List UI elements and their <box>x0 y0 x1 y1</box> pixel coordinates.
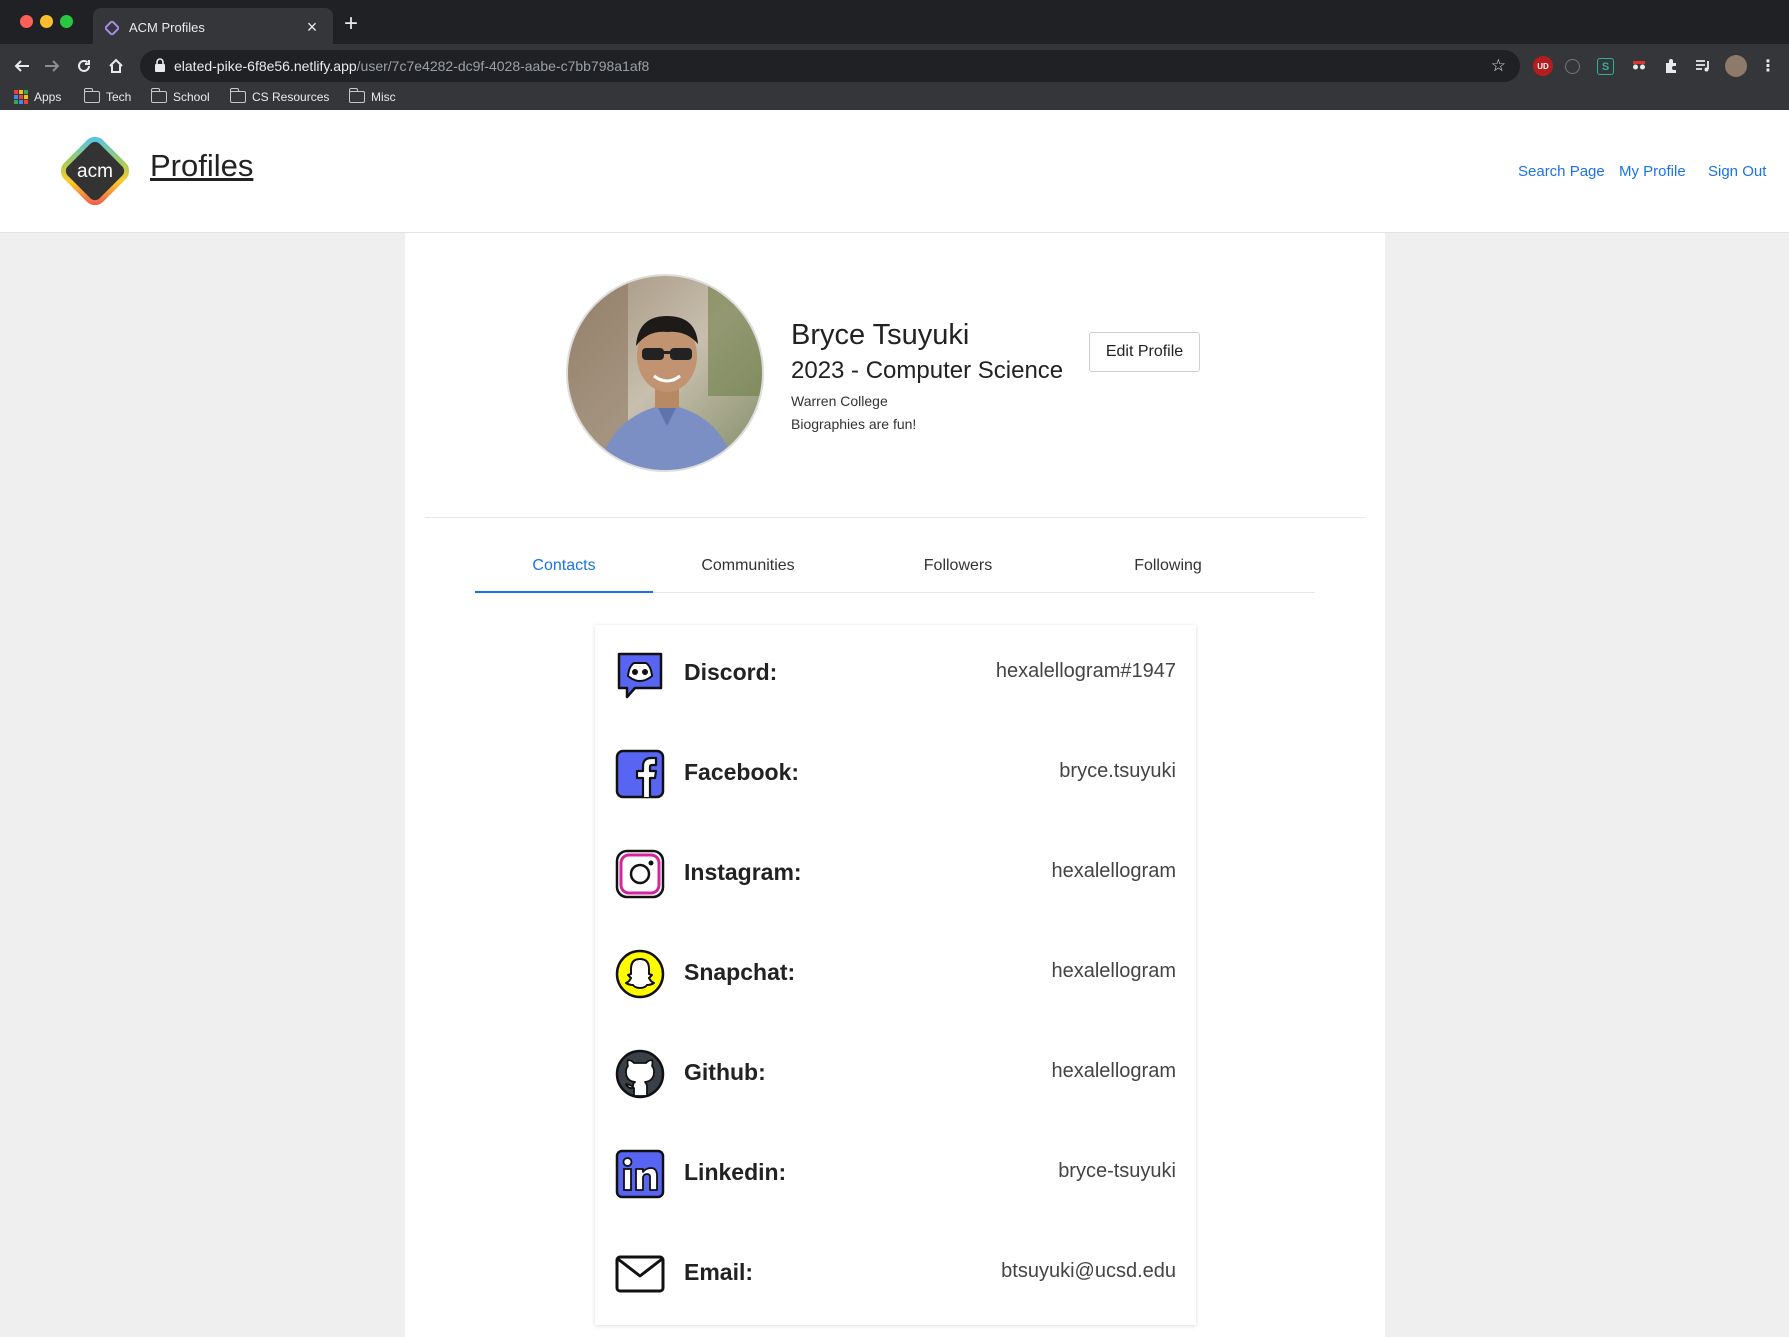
address-bar[interactable]: elated-pike-6f8e56.netlify.app/user/7c7e… <box>140 50 1520 82</box>
contact-label: Email: <box>684 1259 754 1285</box>
contact-row-discord: Discord: hexalellogram#1947 <box>595 625 1196 725</box>
contact-value: hexalellogram <box>1051 960 1176 982</box>
tab-title: ACM Profiles <box>129 20 205 35</box>
bookmark-label: School <box>173 90 210 104</box>
my-profile-link[interactable]: My Profile <box>1619 163 1686 180</box>
bookmark-label: Tech <box>106 90 132 104</box>
contact-value: bryce.tsuyuki <box>1059 760 1176 782</box>
info-extension-icon[interactable] <box>1565 59 1580 74</box>
home-icon[interactable] <box>102 52 130 80</box>
profile-name: Bryce Tsuyuki <box>791 319 970 351</box>
menu-dots-icon[interactable]: ⋮ <box>1758 56 1778 76</box>
tab-following[interactable]: Following <box>1079 551 1257 593</box>
browser-tab[interactable]: ACM Profiles × <box>93 8 333 48</box>
contact-row-email: Email: btsuyuki@ucsd.edu <box>595 1225 1196 1325</box>
profile-photo <box>568 276 762 470</box>
browser-tab-strip: ACM Profiles × + <box>0 0 1789 48</box>
bookmark-misc[interactable]: Misc <box>348 88 396 104</box>
bookmark-star-icon[interactable]: ☆ <box>1491 56 1506 76</box>
contact-label: Instagram: <box>684 859 802 885</box>
tab-close-icon[interactable]: × <box>301 16 323 38</box>
contact-value: btsuyuki@ucsd.edu <box>1001 1260 1176 1282</box>
s-extension-icon[interactable]: S <box>1597 58 1614 75</box>
divider <box>425 517 1365 518</box>
contacts-list: Discord: hexalellogram#1947 Facebook: br… <box>595 625 1196 1325</box>
close-window-button[interactable] <box>20 15 33 28</box>
spy-extension-icon[interactable] <box>1629 56 1649 76</box>
contact-row-facebook: Facebook: bryce.tsuyuki <box>595 725 1196 825</box>
browser-toolbar: elated-pike-6f8e56.netlify.app/user/7c7e… <box>0 44 1789 88</box>
new-tab-button[interactable]: + <box>344 10 358 38</box>
contact-label: Linkedin: <box>684 1159 787 1185</box>
lock-icon <box>155 58 165 72</box>
tab-followers[interactable]: Followers <box>869 551 1047 593</box>
bookmarks-bar: Apps Tech School CS Resources Misc <box>0 88 1789 110</box>
apps-grid-icon <box>14 90 28 104</box>
contact-row-github: Github: hexalellogram <box>595 1025 1196 1125</box>
forward-arrow-icon[interactable] <box>38 52 66 80</box>
contact-label: Discord: <box>684 659 778 685</box>
contact-row-instagram: Instagram: hexalellogram <box>595 825 1196 925</box>
facebook-icon <box>615 749 665 799</box>
instagram-icon <box>615 849 665 899</box>
profile-college: Warren College <box>791 393 888 409</box>
acm-favicon-icon <box>105 21 119 35</box>
contact-row-snapchat: Snapchat: hexalellogram <box>595 925 1196 1025</box>
url-text: elated-pike-6f8e56.netlify.app/user/7c7e… <box>174 58 649 74</box>
profile-card: Bryce Tsuyuki 2023 - Computer Science Wa… <box>405 233 1385 1337</box>
back-arrow-icon[interactable] <box>8 52 36 80</box>
contact-value: bryce-tsuyuki <box>1058 1160 1176 1182</box>
contact-label: Facebook: <box>684 759 800 785</box>
email-icon <box>615 1255 665 1293</box>
linkedin-icon <box>615 1149 665 1199</box>
url-path: /user/7c7e4282-dc9f-4028-aabe-c7bb798a1a… <box>356 58 650 74</box>
logo-text: acm <box>77 161 113 182</box>
brand-link[interactable]: Profiles <box>150 148 253 184</box>
contact-row-linkedin: Linkedin: bryce-tsuyuki <box>595 1125 1196 1225</box>
discord-icon <box>617 652 663 699</box>
profile-major: 2023 - Computer Science <box>791 357 1064 384</box>
search-page-link[interactable]: Search Page <box>1518 163 1605 180</box>
url-host: elated-pike-6f8e56.netlify.app <box>174 58 357 74</box>
github-icon <box>615 1049 665 1099</box>
folder-icon <box>83 88 100 103</box>
folder-icon <box>150 88 167 103</box>
tab-contacts[interactable]: Contacts <box>475 551 653 593</box>
profile-bio: Biographies are fun! <box>791 416 917 432</box>
profile-avatar-icon[interactable] <box>1725 55 1747 77</box>
sign-out-link[interactable]: Sign Out <box>1708 163 1766 180</box>
bookmark-label: Misc <box>371 90 396 104</box>
contact-label: Snapchat: <box>684 959 796 985</box>
reload-icon[interactable] <box>70 52 98 80</box>
tab-communities[interactable]: Communities <box>659 551 837 593</box>
acm-logo[interactable]: acm <box>52 128 138 214</box>
profile-tabs: Contacts Communities Followers Following <box>475 551 1315 593</box>
media-queue-icon[interactable] <box>1693 56 1713 76</box>
bookmark-label: Apps <box>34 90 62 104</box>
minimize-window-button[interactable] <box>40 15 53 28</box>
bookmark-label: CS Resources <box>252 90 330 104</box>
site-header: acm Profiles Search Page My Profile Sign… <box>0 110 1789 233</box>
edit-profile-button[interactable]: Edit Profile <box>1089 332 1200 372</box>
folder-icon <box>229 88 246 103</box>
bookmark-apps[interactable]: Apps <box>14 90 61 104</box>
puzzle-extensions-icon[interactable] <box>1661 56 1681 76</box>
profile-avatar <box>566 274 764 472</box>
bookmark-tech[interactable]: Tech <box>83 88 132 104</box>
ublock-extension-icon[interactable]: UD <box>1533 56 1553 76</box>
contact-label: Github: <box>684 1059 766 1085</box>
contact-value: hexalellogram <box>1051 860 1176 882</box>
bookmark-school[interactable]: School <box>150 88 210 104</box>
bookmark-cs-resources[interactable]: CS Resources <box>229 88 330 104</box>
snapchat-icon <box>615 949 665 999</box>
maximize-window-button[interactable] <box>60 15 73 28</box>
contact-value: hexalellogram <box>1051 1060 1176 1082</box>
page-content: acm Profiles Search Page My Profile Sign… <box>0 110 1789 1337</box>
folder-icon <box>348 88 365 103</box>
contact-value: hexalellogram#1947 <box>995 660 1176 682</box>
